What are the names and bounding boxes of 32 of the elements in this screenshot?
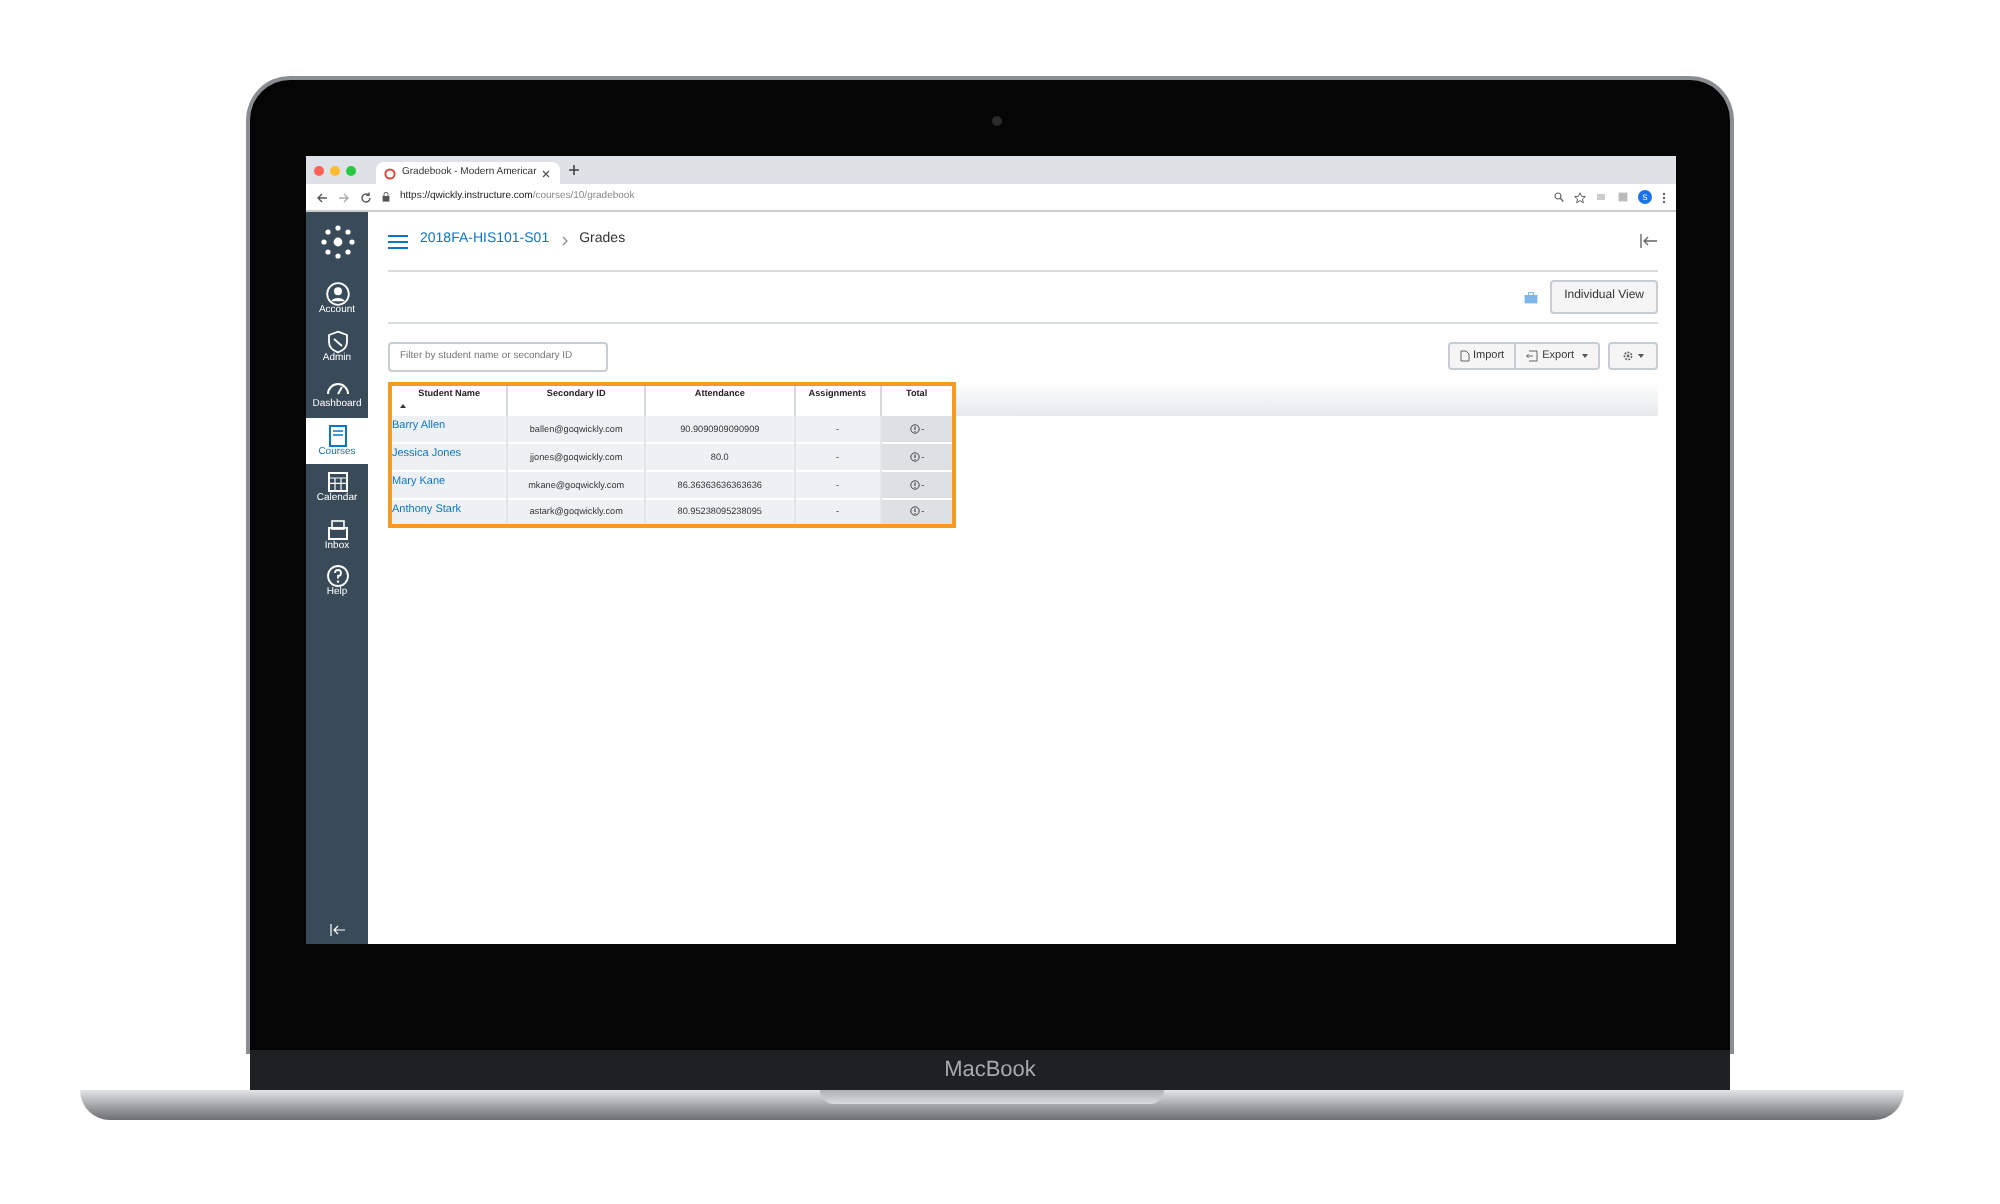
brand-label: MacBook bbox=[944, 1055, 1036, 1086]
gear-icon bbox=[1622, 350, 1634, 362]
calendar-icon bbox=[325, 470, 349, 494]
reload-icon[interactable] bbox=[360, 191, 372, 203]
camera-icon bbox=[992, 116, 1002, 126]
warning-icon bbox=[909, 506, 920, 517]
favicon-icon bbox=[384, 167, 396, 179]
chevron-icon bbox=[561, 236, 568, 246]
warning-icon bbox=[909, 451, 920, 462]
warning-icon bbox=[909, 423, 920, 434]
new-tab-icon[interactable] bbox=[568, 164, 580, 176]
sort-icon[interactable] bbox=[400, 403, 406, 408]
lock-icon bbox=[382, 192, 390, 202]
account-icon bbox=[325, 282, 349, 306]
back-icon[interactable] bbox=[316, 191, 328, 203]
star-icon[interactable] bbox=[1574, 191, 1586, 203]
collapse-icon[interactable] bbox=[1640, 234, 1658, 248]
inbox-icon bbox=[325, 517, 349, 541]
courses-icon bbox=[325, 423, 349, 447]
settings-button[interactable] bbox=[1608, 342, 1658, 370]
file-icon bbox=[1459, 349, 1469, 362]
menu-icon[interactable] bbox=[388, 233, 408, 249]
caret-icon bbox=[1582, 353, 1588, 358]
briefcase-icon bbox=[1524, 291, 1539, 303]
warning-icon bbox=[909, 479, 920, 490]
caret-icon bbox=[1638, 354, 1644, 358]
zoom-icon[interactable] bbox=[1554, 192, 1564, 202]
help-icon bbox=[325, 564, 349, 588]
close-icon[interactable] bbox=[542, 169, 551, 177]
export-icon bbox=[1526, 349, 1539, 362]
logo-icon[interactable] bbox=[319, 224, 355, 260]
admin-icon bbox=[325, 329, 349, 353]
